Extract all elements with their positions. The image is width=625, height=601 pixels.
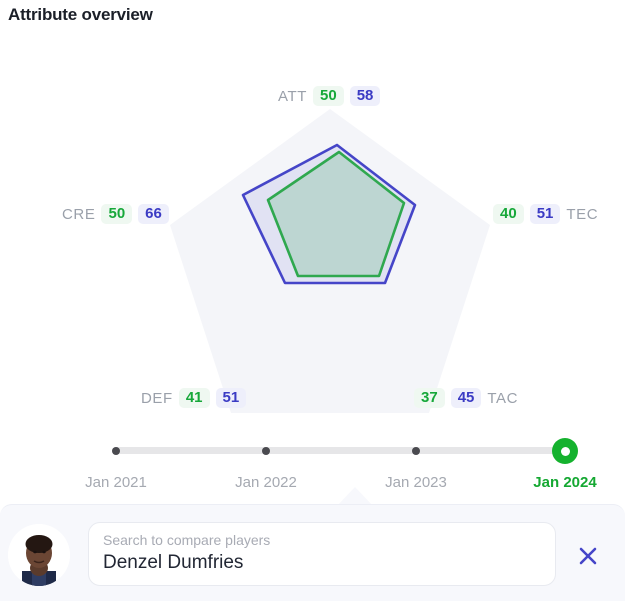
axis-label-def: DEF 41 51 (141, 388, 247, 408)
timeline-label-jan-2024[interactable]: Jan 2024 (533, 474, 596, 491)
axis-value-att-secondary: 58 (349, 86, 381, 106)
timeline-slider[interactable]: Jan 2021 Jan 2022 Jan 2023 Jan 2024 (0, 406, 625, 491)
timeline-label-jan-2021[interactable]: Jan 2021 (85, 474, 147, 491)
axis-value-def-secondary: 51 (215, 388, 247, 408)
axis-value-tec-primary: 40 (493, 204, 524, 224)
search-input-value[interactable]: Denzel Dumfries (103, 551, 541, 576)
axis-label-tec: 40 51 TEC (493, 204, 598, 224)
axis-label-cre: CRE 50 66 (62, 204, 169, 224)
slider-stop-jan-2023[interactable] (412, 447, 420, 455)
attribute-overview-panel: ATT 50 58 CRE 50 66 40 51 TEC DEF 41 51 … (0, 34, 625, 494)
axis-name-cre: CRE (62, 205, 96, 223)
avatar-image (8, 524, 70, 586)
axis-name-def: DEF (141, 389, 173, 407)
axis-label-att: ATT 50 58 (278, 86, 381, 106)
axis-value-def-primary: 41 (178, 388, 210, 408)
page-title: Attribute overview (8, 5, 153, 24)
avatar[interactable] (8, 524, 70, 586)
slider-track[interactable] (113, 447, 565, 454)
axis-value-cre-primary: 50 (101, 204, 133, 224)
axis-label-tac: 37 45 TAC (414, 388, 518, 408)
slider-thumb-jan-2024[interactable] (552, 438, 578, 464)
slider-stop-jan-2021[interactable] (112, 447, 120, 455)
search-input-label: Search to compare players (103, 532, 271, 548)
axis-name-tec: TEC (566, 205, 599, 223)
axis-value-tec-secondary: 51 (529, 204, 561, 224)
axis-value-att-primary: 50 (313, 86, 344, 106)
compare-bar-notch (338, 487, 372, 505)
axis-name-att: ATT (278, 87, 308, 105)
search-compare-players-field[interactable]: Search to compare players Denzel Dumfrie… (88, 522, 556, 586)
timeline-label-jan-2023[interactable]: Jan 2023 (385, 474, 447, 491)
timeline-label-jan-2022[interactable]: Jan 2022 (235, 474, 297, 491)
slider-stop-jan-2022[interactable] (262, 447, 270, 455)
axis-name-tac: TAC (487, 389, 519, 407)
close-button[interactable] (572, 540, 604, 572)
axis-value-cre-secondary: 66 (138, 204, 169, 224)
close-icon (579, 547, 597, 565)
axis-value-tac-secondary: 45 (450, 388, 482, 408)
axis-value-tac-primary: 37 (414, 388, 445, 408)
